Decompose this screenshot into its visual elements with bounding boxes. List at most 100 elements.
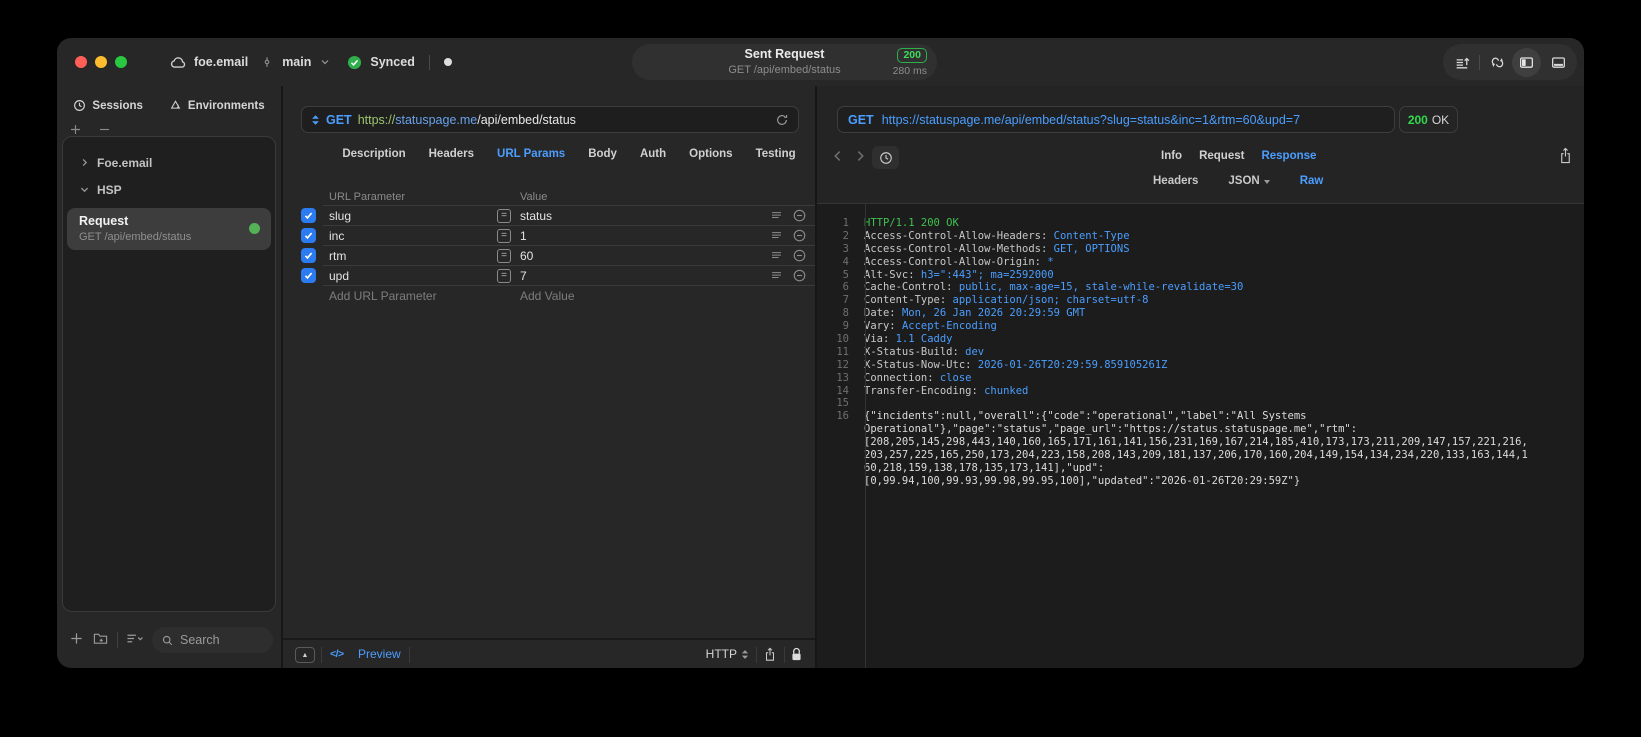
url-input[interactable]: GET https://statuspage.me/api/embed/stat… — [301, 106, 799, 133]
response-body[interactable]: 1 HTTP/1.1 200 OK 2 Access-Control-Allow-He… — [817, 203, 1584, 668]
tree-item-foe-email[interactable]: Foe.email — [63, 149, 275, 176]
line-number — [817, 462, 857, 475]
collapse-panel-button[interactable]: ▲ — [295, 647, 315, 663]
method-label[interactable]: GET — [326, 113, 352, 127]
tab-request[interactable]: Request — [1199, 150, 1244, 162]
code-line: 2 Access-Control-Allow-Headers: Content-T… — [817, 230, 1584, 243]
param-checkbox[interactable] — [301, 268, 316, 283]
param-checkbox[interactable] — [301, 208, 316, 223]
param-name[interactable]: rtm — [329, 246, 346, 266]
chevron-down-icon[interactable] — [319, 56, 331, 68]
add-param-placeholder[interactable]: Add URL Parameter — [329, 286, 437, 306]
code-text: Transfer-Encoding: chunked — [864, 384, 1029, 397]
param-name[interactable]: upd — [329, 266, 349, 286]
param-name[interactable]: slug — [329, 206, 351, 226]
code-line: 7 Content-Type: application/json; charset… — [817, 294, 1584, 307]
summary-subtitle: GET /api/embed/status — [728, 64, 841, 76]
tab-auth[interactable]: Auth — [640, 148, 666, 160]
forward-icon[interactable] — [854, 148, 867, 164]
tab-environments[interactable]: Environments — [169, 99, 265, 112]
response-tabs: Info Request Response — [1161, 150, 1316, 162]
zoom-button[interactable] — [115, 56, 127, 68]
param-name[interactable]: inc — [329, 226, 344, 246]
add-request-icon[interactable] — [69, 631, 84, 646]
unsaved-indicator-dot — [443, 58, 452, 66]
close-button[interactable] — [75, 56, 87, 68]
param-value[interactable]: 1 — [520, 226, 527, 246]
search-input[interactable]: Search — [152, 627, 273, 653]
param-value[interactable]: 60 — [520, 246, 533, 266]
code-line: 11 X-Status-Build: dev — [817, 346, 1584, 359]
code-line: 15 — [817, 397, 1584, 410]
tab-url-params[interactable]: URL Params — [497, 148, 565, 160]
tab-testing[interactable]: Testing — [756, 148, 796, 160]
tab-info[interactable]: Info — [1161, 150, 1182, 162]
request-list-item[interactable]: Request GET /api/embed/status — [67, 208, 271, 250]
code-line: 1 HTTP/1.1 200 OK — [817, 217, 1584, 230]
remove-param-icon[interactable] — [792, 268, 807, 283]
branch-name[interactable]: main — [282, 55, 311, 69]
protocol-selector[interactable]: HTTP — [706, 647, 749, 661]
remove-param-icon[interactable] — [792, 228, 807, 243]
code-text: [0,99.94,100,99.93,99.98,99.95,100],"upd… — [864, 474, 1301, 487]
params-add-row: Add URL Parameter Add Value — [283, 286, 815, 306]
share-icon[interactable] — [763, 646, 777, 663]
param-checkbox[interactable] — [301, 228, 316, 243]
equals-icon: = — [497, 209, 511, 223]
export-changes-icon[interactable] — [1449, 49, 1475, 75]
toolbar-group-layout — [1506, 44, 1577, 80]
preview-button[interactable]: Preview — [358, 647, 401, 661]
code-line: 60,218,159,138,178,135,173,141],"upd": — [817, 462, 1584, 475]
new-folder-icon[interactable] — [92, 631, 109, 646]
remove-param-icon[interactable] — [792, 248, 807, 263]
tab-headers[interactable]: Headers — [429, 148, 474, 160]
tab-response[interactable]: Response — [1261, 150, 1316, 162]
code-preview-icon: </> — [330, 648, 344, 660]
line-number: 14 — [836, 384, 849, 397]
request-summary-pill[interactable]: Sent Request GET /api/embed/status 200 2… — [632, 44, 937, 80]
code-text: Operational"},"page":"status","page_url"… — [864, 423, 1358, 436]
param-description-icon[interactable] — [770, 249, 783, 262]
param-description-icon[interactable] — [770, 209, 783, 222]
summary-status: 200 280 ms — [893, 48, 927, 78]
param-description-icon[interactable] — [770, 269, 783, 282]
layout-bottom-icon[interactable] — [1545, 49, 1571, 75]
param-value[interactable]: 7 — [520, 266, 527, 286]
add-session-icon[interactable] — [69, 123, 82, 136]
tree-item-hsp[interactable]: HSP — [63, 176, 275, 203]
url-text[interactable]: https://statuspage.me/api/embed/status — [358, 113, 576, 127]
param-value[interactable]: status — [520, 206, 552, 226]
line-number: 6 — [842, 281, 849, 294]
line-number: 8 — [842, 307, 849, 320]
reload-icon[interactable] — [775, 113, 789, 127]
back-icon[interactable] — [831, 148, 844, 164]
tab-description[interactable]: Description — [342, 148, 405, 160]
tab-body[interactable]: Body — [588, 148, 617, 160]
param-description-icon[interactable] — [770, 229, 783, 242]
view-options-icon[interactable] — [125, 631, 144, 646]
add-value-placeholder[interactable]: Add Value — [520, 286, 575, 306]
response-url-readout[interactable]: GET https://statuspage.me/api/embed/stat… — [837, 106, 1395, 133]
equals-icon: = — [497, 229, 511, 243]
history-button[interactable] — [872, 146, 899, 169]
subtab-json[interactable]: JSON — [1228, 175, 1270, 187]
code-text: Access-Control-Allow-Headers: Content-Ty… — [864, 229, 1130, 242]
tab-options[interactable]: Options — [689, 148, 732, 160]
subtab-raw[interactable]: Raw — [1300, 175, 1324, 187]
duration-label: 280 ms — [892, 65, 927, 77]
param-checkbox[interactable] — [301, 248, 316, 263]
subtab-headers[interactable]: Headers — [1153, 175, 1198, 187]
line-number — [817, 436, 857, 449]
code-text: Connection: close — [864, 371, 972, 384]
minimize-button[interactable] — [95, 56, 107, 68]
request-item-subtitle: GET /api/embed/status — [79, 231, 192, 243]
layout-sidebar-icon[interactable] — [1512, 47, 1541, 77]
project-name[interactable]: foe.email — [194, 55, 248, 69]
search-icon — [161, 634, 174, 647]
lock-icon[interactable] — [790, 646, 803, 663]
remove-param-icon[interactable] — [792, 208, 807, 223]
export-response-icon[interactable] — [1558, 146, 1573, 165]
tab-sessions[interactable]: Sessions — [73, 99, 143, 112]
method-selector-icon[interactable] — [311, 114, 320, 126]
remove-session-icon[interactable] — [98, 123, 111, 136]
